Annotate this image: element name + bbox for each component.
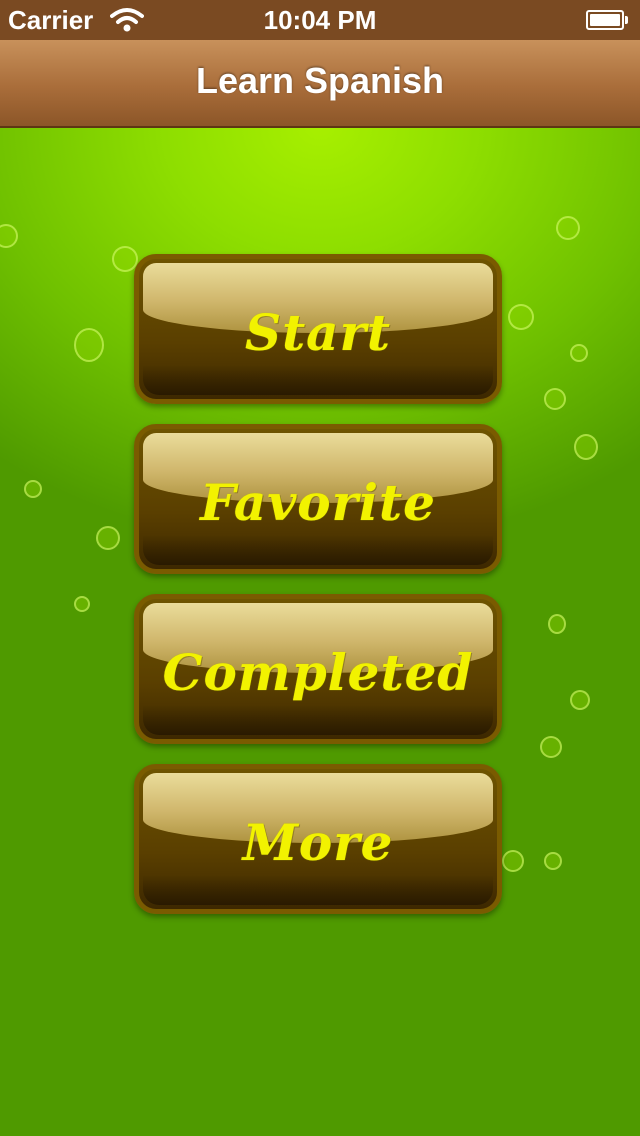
more-button-label: More (242, 813, 394, 872)
completed-button-label: Completed (162, 643, 474, 702)
status-bar: Carrier 10:04 PM (0, 0, 640, 40)
background-bubble (548, 614, 566, 634)
favorite-button-label: Favorite (200, 473, 436, 532)
background-bubble (540, 736, 562, 758)
background-bubble (570, 344, 588, 362)
background-bubble (74, 328, 104, 362)
background-bubble (24, 480, 42, 498)
background-bubble (96, 526, 120, 550)
background-bubble (574, 434, 598, 460)
background-bubble (74, 596, 90, 612)
background-bubble (570, 690, 590, 710)
completed-button[interactable]: Completed (134, 594, 502, 744)
background-bubble (502, 850, 524, 872)
background-bubble (508, 304, 534, 330)
status-time: 10:04 PM (263, 5, 377, 35)
background-bubble (544, 388, 566, 410)
favorite-button[interactable]: Favorite (134, 424, 502, 574)
background-bubble (0, 224, 18, 248)
start-button[interactable]: Start (134, 254, 502, 404)
more-button[interactable]: More (134, 764, 502, 914)
start-button-label: Start (244, 303, 392, 362)
page-title: Learn Spanish (195, 60, 445, 101)
background-bubble (544, 852, 562, 870)
background-bubble (112, 246, 138, 272)
background-bubble (556, 216, 580, 240)
navigation-bar: Learn Spanish (0, 40, 640, 128)
battery-icon (586, 10, 628, 30)
